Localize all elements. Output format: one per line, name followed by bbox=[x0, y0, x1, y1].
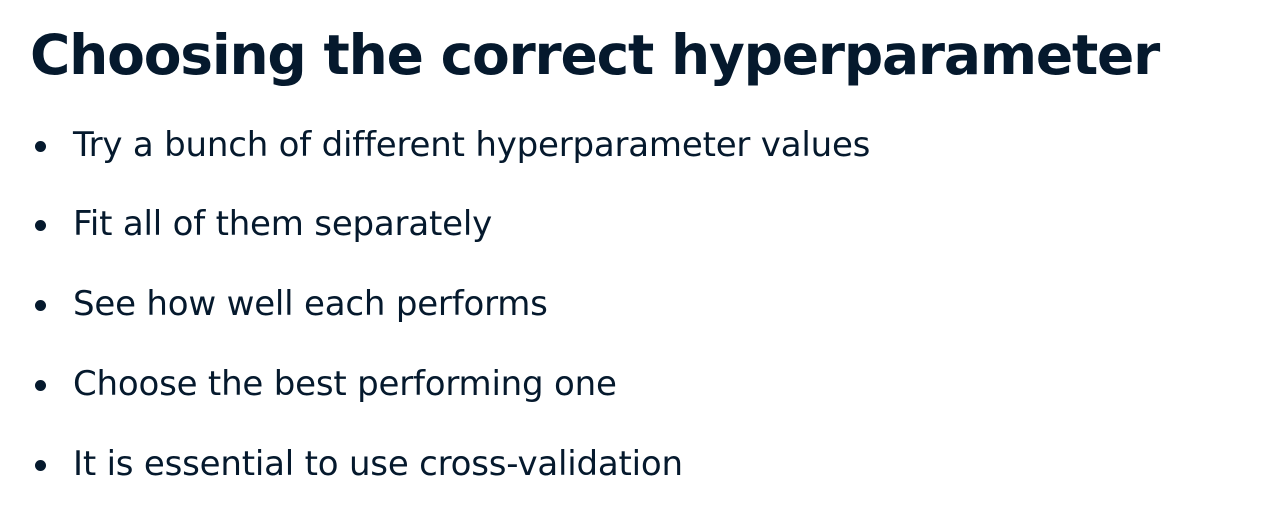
bullet-point-icon bbox=[35, 460, 46, 471]
bullet-text: It is essential to use cross-validation bbox=[73, 444, 683, 484]
bullet-point-icon bbox=[35, 380, 46, 391]
bullet-text: Fit all of them separately bbox=[73, 204, 492, 244]
bullet-item: It is essential to use cross-validation bbox=[0, 439, 1200, 489]
bullet-item: Fit all of them separately bbox=[0, 199, 1200, 249]
bullet-text: See how well each performs bbox=[73, 284, 548, 324]
slide-title: Choosing the correct hyperparameter bbox=[30, 23, 1160, 87]
bullet-item: Try a bunch of different hyperparameter … bbox=[0, 120, 1200, 170]
bullet-item: Choose the best performing one bbox=[0, 359, 1200, 409]
slide: Choosing the correct hyperparameter Try … bbox=[0, 0, 1284, 518]
bullet-point-icon bbox=[35, 300, 46, 311]
bullet-item: See how well each performs bbox=[0, 279, 1200, 329]
bullet-text: Try a bunch of different hyperparameter … bbox=[73, 125, 871, 165]
bullet-text: Choose the best performing one bbox=[73, 364, 617, 404]
bullet-point-icon bbox=[35, 220, 46, 231]
bullet-point-icon bbox=[35, 141, 46, 152]
